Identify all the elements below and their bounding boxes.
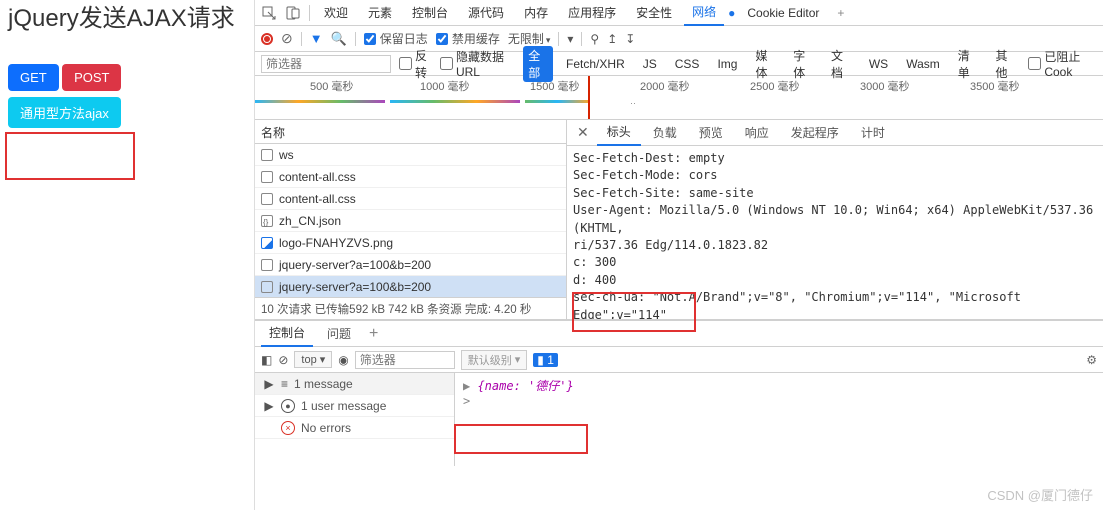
type-img[interactable]: Img: [712, 56, 742, 72]
tab-security[interactable]: 安全性: [628, 0, 680, 26]
issues-badge[interactable]: ▮ 1: [533, 353, 558, 367]
dtab-timing[interactable]: 计时: [851, 120, 895, 145]
filter-input[interactable]: [261, 55, 391, 73]
eye-icon[interactable]: ◉: [338, 353, 348, 367]
clear-icon[interactable]: ⊘: [281, 30, 293, 47]
add-tab-icon[interactable]: +: [831, 6, 850, 20]
device-icon[interactable]: [283, 4, 303, 22]
list-item[interactable]: logo-FNAHYZVS.png: [255, 232, 566, 254]
preserve-log-checkbox[interactable]: 保留日志: [364, 30, 428, 47]
list-item[interactable]: jquery-server?a=100&b=200: [255, 254, 566, 276]
ajax-button[interactable]: 通用型方法ajax: [8, 97, 121, 128]
sidebar-item-errors[interactable]: ×No errors: [255, 417, 454, 439]
sidebar-item-messages[interactable]: ▶≡1 message: [255, 373, 454, 395]
filter-toggle-icon[interactable]: ▼: [310, 31, 323, 46]
status-summary: 10 次请求 已传输592 kB 742 kB 条资源 完成: 4.20 秒: [255, 297, 566, 319]
drawer-tab-issues[interactable]: 问题: [319, 321, 359, 346]
post-button[interactable]: POST: [62, 64, 121, 91]
headers-content: Sec-Fetch-Dest: empty Sec-Fetch-Mode: co…: [567, 146, 1103, 319]
list-item[interactable]: zh_CN.json: [255, 210, 566, 232]
tab-memory[interactable]: 内存: [516, 0, 556, 26]
search-icon[interactable]: 🔍: [331, 31, 347, 47]
get-button[interactable]: GET: [8, 64, 59, 91]
tab-welcome[interactable]: 欢迎: [316, 0, 356, 26]
dtab-response[interactable]: 响应: [735, 120, 779, 145]
type-fetch[interactable]: Fetch/XHR: [561, 56, 630, 72]
watermark: CSDN @厦门德仔: [987, 485, 1093, 504]
list-item[interactable]: content-all.css: [255, 166, 566, 188]
request-list: ws content-all.css content-all.css zh_CN…: [255, 144, 566, 297]
clear-console-icon[interactable]: ⊘: [278, 353, 288, 367]
download-icon[interactable]: ↧: [625, 32, 635, 46]
sidebar-toggle-icon[interactable]: ◧: [261, 353, 272, 367]
load-marker-icon: [588, 76, 590, 119]
tab-console[interactable]: 控制台: [404, 0, 456, 26]
drawer-tab-console[interactable]: 控制台: [261, 320, 313, 347]
tab-application[interactable]: 应用程序: [560, 0, 624, 26]
type-css[interactable]: CSS: [670, 56, 705, 72]
drawer-add-icon[interactable]: +: [365, 325, 382, 343]
tick: 500 毫秒: [310, 78, 353, 94]
tick: 1500 毫秒: [530, 78, 580, 94]
tab-network[interactable]: 网络: [684, 0, 724, 26]
timeline[interactable]: 500 毫秒 1000 毫秒 1500 毫秒 2000 毫秒 2500 毫秒 3…: [255, 76, 1103, 120]
close-icon[interactable]: ✕: [571, 124, 595, 141]
caret-down-icon[interactable]: ▾: [567, 32, 573, 46]
type-ws[interactable]: WS: [864, 56, 893, 72]
tick: 3500 毫秒: [970, 78, 1020, 94]
level-select[interactable]: 默认级别 ▾: [461, 350, 528, 370]
wifi-icon[interactable]: ⚲: [590, 32, 599, 46]
detail-tabbar: ✕ 标头 负载 预览 响应 发起程序 计时: [567, 120, 1103, 146]
page-title: jQuery发送AJAX请求: [8, 4, 246, 34]
dtab-headers[interactable]: 标头: [597, 120, 641, 146]
tab-sources[interactable]: 源代码: [460, 0, 512, 26]
throttle-select[interactable]: 无限制▾: [508, 30, 551, 47]
tick: 2500 毫秒: [750, 78, 800, 94]
type-wasm[interactable]: Wasm: [901, 56, 945, 72]
disable-cache-checkbox[interactable]: 禁用缓存: [436, 30, 500, 47]
list-item[interactable]: jquery-server?a=100&b=200: [255, 276, 566, 297]
context-select[interactable]: top ▾: [294, 351, 332, 368]
dtab-preview[interactable]: 预览: [689, 120, 733, 145]
sidebar-item-user[interactable]: ▶●1 user message: [255, 395, 454, 417]
tab-elements[interactable]: 元素: [360, 0, 400, 26]
console-output[interactable]: ▶ {name: '德仔'} >: [455, 373, 1103, 466]
record-icon[interactable]: [261, 33, 273, 45]
dtab-initiator[interactable]: 发起程序: [781, 120, 849, 145]
gear-icon[interactable]: ⚙: [1086, 353, 1097, 367]
tick: 1000 毫秒: [420, 78, 470, 94]
list-item[interactable]: ws: [255, 144, 566, 166]
tab-cookie-editor[interactable]: Cookie Editor: [739, 0, 827, 26]
blocked-checkbox[interactable]: 已阻止 Cook: [1028, 48, 1097, 79]
dtab-payload[interactable]: 负载: [643, 120, 687, 145]
console-toolbar: ◧ ⊘ top ▾ ◉ 默认级别 ▾ ▮ 1 ⚙: [255, 347, 1103, 373]
message-sidebar: ▶≡1 message ▶●1 user message ×No errors: [255, 373, 455, 466]
inspect-icon[interactable]: [259, 4, 279, 22]
tick: 2000 毫秒: [640, 78, 690, 94]
filter-row: 反转 隐藏数据 URL 全部 Fetch/XHR JS CSS Img 媒体 字…: [255, 52, 1103, 76]
name-column-header[interactable]: 名称: [255, 120, 566, 144]
devtools-tabbar: 欢迎 元素 控制台 源代码 内存 应用程序 安全性 网络 ● Cookie Ed…: [255, 0, 1103, 26]
hidedata-checkbox[interactable]: 隐藏数据 URL: [440, 48, 515, 79]
list-item[interactable]: content-all.css: [255, 188, 566, 210]
drawer-tabbar: 控制台 问题 +: [255, 321, 1103, 347]
type-js[interactable]: JS: [638, 56, 662, 72]
upload-icon[interactable]: ↥: [607, 32, 617, 46]
tick: 3000 毫秒: [860, 78, 910, 94]
console-filter-input[interactable]: [355, 351, 455, 369]
